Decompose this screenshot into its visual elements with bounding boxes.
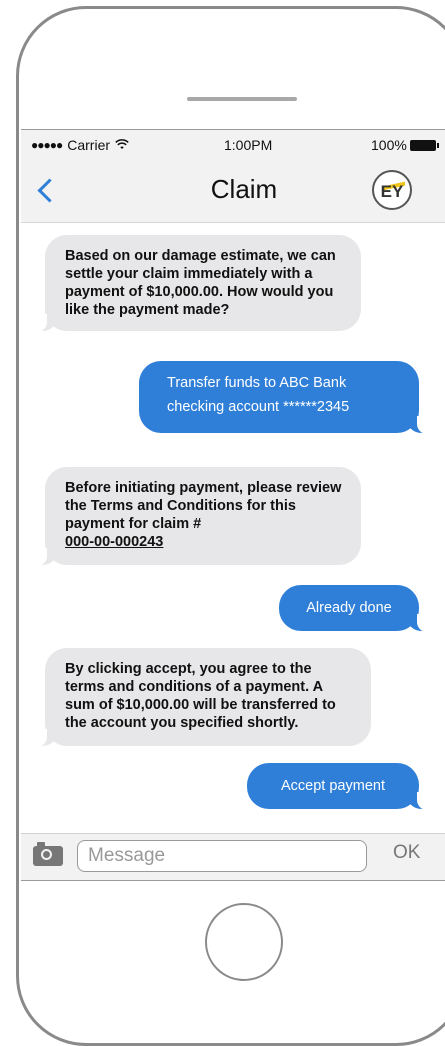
claim-number-link[interactable]: 000-00-000243 — [65, 534, 163, 550]
message-text: Transfer funds to ABC Bank checking acco… — [167, 375, 350, 415]
nav-bar: Claim EY — [21, 160, 445, 223]
status-bar: ●●●●● Carrier 1:00PM 100% — [21, 130, 445, 160]
message-bubble-incoming: Before initiating payment, please review… — [33, 467, 361, 566]
phone-frame: ●●●●● Carrier 1:00PM 100% Claim EY Based… — [16, 6, 445, 1046]
status-left: ●●●●● Carrier — [31, 137, 129, 153]
status-time: 1:00PM — [224, 137, 273, 153]
phone-screen: ●●●●● Carrier 1:00PM 100% Claim EY Based… — [21, 129, 445, 881]
carrier-name: Carrier — [67, 137, 111, 153]
accept-payment-button[interactable]: Accept payment — [247, 763, 431, 810]
wifi-icon — [115, 138, 129, 153]
message-bubble-incoming: Based on our damage estimate, we can set… — [33, 235, 361, 332]
battery-icon — [409, 139, 439, 151]
message-text: Accept payment — [281, 778, 385, 794]
message-bubble-outgoing: Already done — [279, 585, 431, 632]
message-text: By clicking accept, you agree to the ter… — [65, 661, 336, 731]
camera-icon[interactable] — [33, 842, 63, 866]
chat-thread: Based on our damage estimate, we can set… — [21, 223, 445, 833]
message-text: Based on our damage estimate, we can set… — [65, 248, 336, 318]
signal-strength-icon: ●●●●● — [31, 138, 63, 152]
message-bubble-incoming: By clicking accept, you agree to the ter… — [33, 648, 371, 747]
home-button[interactable] — [205, 903, 283, 981]
message-bubble-outgoing: Transfer funds to ABC Bank checking acco… — [139, 361, 431, 434]
message-input-bar: OK — [21, 833, 445, 880]
ey-logo-text: EY — [380, 182, 404, 201]
battery-percent: 100% — [371, 137, 407, 153]
message-text: Already done — [306, 600, 392, 616]
phone-speaker — [187, 97, 297, 101]
ey-logo: EY — [372, 170, 412, 210]
status-right: 100% — [371, 137, 439, 153]
send-ok-button[interactable]: OK — [393, 842, 420, 864]
message-text: Before initiating payment, please review… — [65, 480, 342, 532]
message-input[interactable] — [77, 840, 367, 872]
